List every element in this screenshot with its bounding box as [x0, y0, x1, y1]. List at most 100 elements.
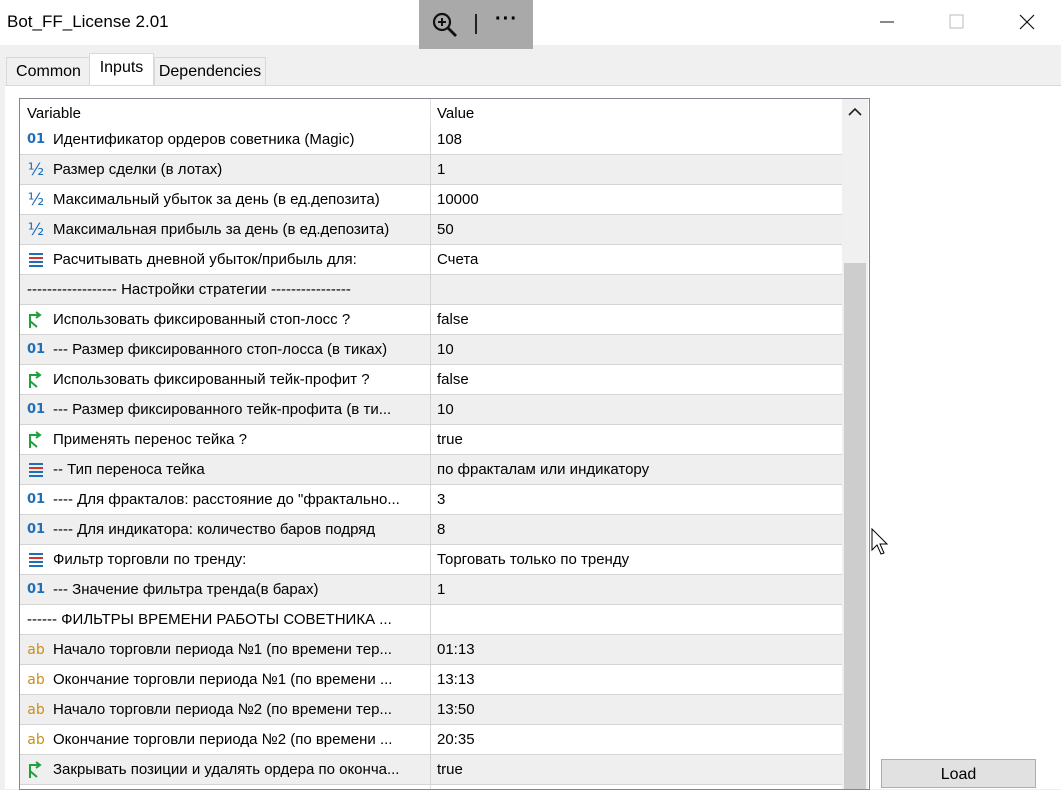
table-row[interactable]: 01 ---- Для фракталов: расстояние до "фра…	[20, 485, 842, 515]
vertical-scrollbar[interactable]	[842, 99, 868, 789]
load-button[interactable]: Load	[881, 759, 1036, 788]
variable-value[interactable]: 10	[437, 341, 454, 358]
variable-value[interactable]: Счета	[437, 251, 478, 268]
cell-divider	[430, 575, 431, 605]
string-icon: ab	[27, 702, 45, 718]
minimize-icon[interactable]	[877, 12, 897, 32]
close-icon[interactable]	[1017, 12, 1037, 32]
cell-divider	[430, 185, 431, 215]
variable-name: -- Тип переноса тейка	[53, 461, 205, 478]
variable-value[interactable]: 01:13	[437, 641, 475, 658]
section-separator-row[interactable]: ------ ФИЛЬТРЫ ВРЕМЕНИ РАБОТЫ СОВЕТНИКА …	[20, 605, 842, 635]
variable-name: Закрывать позиции и удалять ордера по ок…	[53, 761, 400, 778]
bool-icon	[29, 371, 42, 388]
variable-value[interactable]: 8	[437, 521, 445, 538]
variable-name: Использовать фиксированный тейк-профит ?	[53, 371, 370, 388]
table-row[interactable]: Использовать фиксированный тейк-профит ?…	[20, 365, 842, 395]
column-header-variable[interactable]: Variable	[27, 105, 81, 122]
cell-divider	[430, 755, 431, 785]
table-row[interactable]: Закрывать позиции и удалять ордера по ок…	[20, 755, 842, 785]
variable-value[interactable]: false	[437, 311, 469, 328]
variable-name: Применять перенос тейка ?	[53, 431, 248, 448]
cell-divider	[430, 155, 431, 185]
enum-icon	[29, 463, 43, 477]
cell-divider	[430, 335, 431, 365]
double-icon: ½	[27, 160, 45, 180]
cell-divider	[430, 125, 431, 155]
variable-value[interactable]: 10000	[437, 191, 479, 208]
cell-divider	[430, 365, 431, 395]
cell-divider	[430, 485, 431, 515]
variable-value[interactable]: 10	[437, 401, 454, 418]
table-row[interactable]: 01 --- Размер фиксированного стоп-лосса (…	[20, 335, 842, 365]
table-row[interactable]: ab Окончание торговли периода №1 (по врем…	[20, 665, 842, 695]
table-row[interactable]: Фильтр торговли по тренду: Торговать толь…	[20, 545, 842, 575]
table-row[interactable]: 01 --- Значение фильтра тренда(в барах) 1	[20, 575, 842, 605]
variable-name: ------------------ Настройки стратегии -…	[27, 281, 351, 298]
cell-divider	[430, 605, 431, 635]
variable-name: ------ ФИЛЬТРЫ ВРЕМЕНИ РАБОТЫ СОВЕТНИКА …	[27, 611, 392, 628]
section-separator-row[interactable]: ------------------ Настройки стратегии -…	[20, 275, 842, 305]
cell-divider	[430, 545, 431, 575]
table-row[interactable]: -- Тип переноса тейка по фракталам или ин…	[20, 455, 842, 485]
table-row[interactable]: 01 Идентификатор ордеров советника (Magic…	[20, 125, 842, 155]
table-row[interactable]: ab Начало торговли периода №1 (по времени…	[20, 635, 842, 665]
variable-value[interactable]: 20:35	[437, 731, 475, 748]
variable-value[interactable]: true	[437, 431, 463, 448]
scroll-up-icon[interactable]	[848, 107, 862, 117]
tab-dependencies[interactable]: Dependencies	[154, 57, 266, 85]
table-row[interactable]: ab Окончание торговли периода №2 (по врем…	[20, 725, 842, 755]
column-header-value[interactable]: Value	[437, 105, 474, 122]
maximize-icon[interactable]	[947, 12, 967, 32]
variable-value[interactable]: 13:13	[437, 671, 475, 688]
cell-divider	[430, 455, 431, 485]
string-icon: ab	[27, 642, 45, 658]
variable-name: Начало торговли периода №2 (по времени т…	[53, 701, 392, 718]
variable-name: Максимальный убыток за день (в ед.депози…	[53, 191, 380, 208]
table-row[interactable]: Применять перенос тейка ? true	[20, 425, 842, 455]
tab-common[interactable]: Common	[6, 57, 91, 85]
tab-inputs[interactable]: Inputs	[89, 53, 154, 86]
variable-value[interactable]: 1	[437, 161, 445, 178]
variable-value[interactable]: 3	[437, 491, 445, 508]
cell-divider	[430, 515, 431, 545]
variable-value[interactable]: по фракталам или индикатору	[437, 461, 649, 478]
mouse-cursor-icon	[871, 528, 889, 555]
variable-name: Размер сделки (в лотах)	[53, 161, 223, 178]
variable-name: --- Размер фиксированного тейк-профита (…	[53, 401, 392, 418]
int-icon: 01	[27, 582, 46, 597]
more-options-icon[interactable]: ···	[495, 8, 518, 31]
variable-value[interactable]: 13:50	[437, 701, 475, 718]
variable-value[interactable]: 1	[437, 581, 445, 598]
variable-name: --- Значение фильтра тренда(в барах)	[53, 581, 319, 598]
window-title: Bot_FF_License 2.01	[7, 12, 169, 31]
cell-divider	[430, 245, 431, 275]
variable-value[interactable]: 108	[437, 131, 462, 148]
table-row[interactable]: ½ Размер сделки (в лотах) 1	[20, 155, 842, 185]
zoom-in-icon[interactable]	[431, 11, 459, 39]
inputs-grid[interactable]: Variable Value 01 Идентификатор ордеров с…	[19, 98, 870, 790]
grid-header: Variable Value	[20, 99, 842, 125]
cell-divider	[430, 725, 431, 755]
cell-divider	[430, 275, 431, 305]
scrollbar-thumb[interactable]	[844, 263, 866, 789]
variable-value[interactable]: false	[437, 371, 469, 388]
variable-value[interactable]: 50	[437, 221, 454, 238]
variable-name: Идентификатор ордеров советника (Magic)	[53, 131, 355, 148]
table-row[interactable]: ab Начало торговли периода №2 (по времени…	[20, 695, 842, 725]
variable-value[interactable]: true	[437, 761, 463, 778]
table-row[interactable]: 01 ---- Для индикатора: количество баров …	[20, 515, 842, 545]
table-row[interactable]: Использовать фиксированный стоп-лосс ? fa…	[20, 305, 842, 335]
variable-name: Максимальная прибыль за день (в ед.депоз…	[53, 221, 390, 238]
table-row[interactable]: 01 --- Размер фиксированного тейк-профита…	[20, 395, 842, 425]
variable-name: Расчитывать дневной убыток/прибыль для:	[53, 251, 357, 268]
variable-name: ---- Для индикатора: количество баров по…	[53, 521, 376, 538]
table-row[interactable]: Расчитывать дневной убыток/прибыль для: С…	[20, 245, 842, 275]
table-row[interactable]: ½ Максимальный убыток за день (в ед.депоз…	[20, 185, 842, 215]
cell-divider	[430, 635, 431, 665]
variable-value[interactable]: Торговать только по тренду	[437, 551, 629, 568]
table-row[interactable]: ½ Максимальная прибыль за день (в ед.депо…	[20, 215, 842, 245]
zoom-toolbar: ···	[419, 0, 533, 49]
double-icon: ½	[27, 190, 45, 210]
int-icon: 01	[27, 132, 46, 147]
